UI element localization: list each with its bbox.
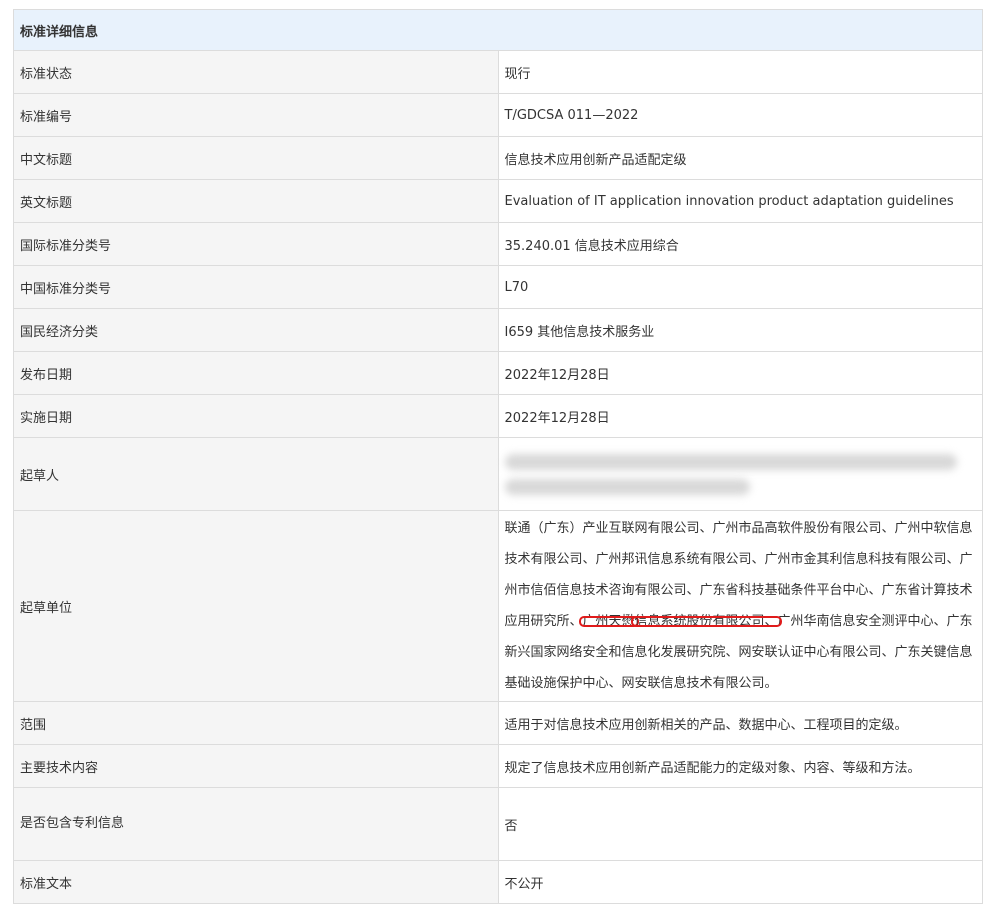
row-value-scope: 适用于对信息技术应用创新相关的产品、数据中心、工程项目的定级。 bbox=[497, 701, 983, 745]
row-label-cn-title: 中文标题 bbox=[13, 136, 499, 180]
row-value-ccs: L70 bbox=[497, 265, 983, 309]
table-row: 国民经济分类 I659 其他信息技术服务业 bbox=[13, 308, 983, 352]
row-value-economy-class: I659 其他信息技术服务业 bbox=[497, 308, 983, 352]
table-row: 发布日期 2022年12月28日 bbox=[13, 351, 983, 395]
table-row: 起草单位 联通（广东）产业互联网有限公司、广州市品高软件股份有限公司、广州中软信… bbox=[13, 510, 983, 702]
row-label-ics: 国际标准分类号 bbox=[13, 222, 499, 266]
drafting-unit-text-before: 联通（广东）产业互联网有限公司、广州市品高软件股份有限公司、广州中软信息技术有限… bbox=[504, 521, 973, 629]
row-label-scope: 范围 bbox=[13, 701, 499, 745]
row-label-drafter: 起草人 bbox=[13, 437, 499, 511]
row-value-en-title: Evaluation of IT application innovation … bbox=[497, 179, 983, 223]
row-value-status: 现行 bbox=[497, 50, 983, 94]
table-row: 范围 适用于对信息技术应用创新相关的产品、数据中心、工程项目的定级。 bbox=[13, 701, 983, 745]
standard-detail-table: 标准详细信息 标准状态 现行 标准编号 T/GDCSA 011—2022 中文标… bbox=[13, 9, 983, 904]
row-label-ccs: 中国标准分类号 bbox=[13, 265, 499, 309]
table-row: 中国标准分类号 L70 bbox=[13, 265, 983, 309]
table-row: 国际标准分类号 35.240.01 信息技术应用综合 bbox=[13, 222, 983, 266]
table-row: 实施日期 2022年12月28日 bbox=[13, 394, 983, 438]
table-row: 英文标题 Evaluation of IT application innova… bbox=[13, 179, 983, 223]
row-value-drafting-unit: 联通（广东）产业互联网有限公司、广州市品高软件股份有限公司、广州中软信息技术有限… bbox=[497, 510, 983, 702]
row-label-economy-class: 国民经济分类 bbox=[13, 308, 499, 352]
row-label-effective-date: 实施日期 bbox=[13, 394, 499, 438]
redacted-text-line bbox=[504, 478, 750, 495]
redacted-text-line bbox=[504, 453, 958, 470]
row-value-main-content: 规定了信息技术应用创新产品适配能力的定级对象、内容、等级和方法。 bbox=[497, 744, 983, 788]
row-value-number: T/GDCSA 011—2022 bbox=[497, 93, 983, 137]
table-row: 是否包含专利信息 否 bbox=[13, 787, 983, 861]
row-value-publish-date: 2022年12月28日 bbox=[497, 351, 983, 395]
row-label-drafting-unit: 起草单位 bbox=[13, 510, 499, 702]
row-label-patent: 是否包含专利信息 bbox=[13, 787, 499, 861]
highlighted-company-part2-text: 信息系统股份有限公司、 bbox=[634, 614, 778, 629]
table-header-row: 标准详细信息 bbox=[13, 9, 983, 51]
table-row: 主要技术内容 规定了信息技术应用创新产品适配能力的定级对象、内容、等级和方法。 bbox=[13, 744, 983, 788]
table-header: 标准详细信息 bbox=[13, 9, 983, 51]
row-label-status: 标准状态 bbox=[13, 50, 499, 94]
table-row: 起草人 bbox=[13, 437, 983, 511]
row-value-standard-text: 不公开 bbox=[497, 860, 983, 904]
row-value-effective-date: 2022年12月28日 bbox=[497, 394, 983, 438]
row-label-en-title: 英文标题 bbox=[13, 179, 499, 223]
row-value-patent: 否 bbox=[497, 787, 983, 861]
table-row: 标准编号 T/GDCSA 011—2022 bbox=[13, 93, 983, 137]
row-value-cn-title: 信息技术应用创新产品适配定级 bbox=[497, 136, 983, 180]
highlighted-company-part1: 广州天懋 bbox=[578, 614, 639, 629]
row-label-main-content: 主要技术内容 bbox=[13, 744, 499, 788]
row-value-ics: 35.240.01 信息技术应用综合 bbox=[497, 222, 983, 266]
highlighted-company-part2: 信息系统股份有限公司、 bbox=[630, 614, 782, 629]
row-label-publish-date: 发布日期 bbox=[13, 351, 499, 395]
row-value-drafter-redacted bbox=[497, 437, 983, 511]
table-row: 中文标题 信息技术应用创新产品适配定级 bbox=[13, 136, 983, 180]
table-row: 标准状态 现行 bbox=[13, 50, 983, 94]
table-row: 标准文本 不公开 bbox=[13, 860, 983, 904]
row-label-standard-text: 标准文本 bbox=[13, 860, 499, 904]
drafting-unit-text: 联通（广东）产业互联网有限公司、广州市品高软件股份有限公司、广州中软信息技术有限… bbox=[505, 511, 977, 701]
row-label-number: 标准编号 bbox=[13, 93, 499, 137]
highlighted-company-part1-text: 广州天懋 bbox=[582, 614, 635, 629]
